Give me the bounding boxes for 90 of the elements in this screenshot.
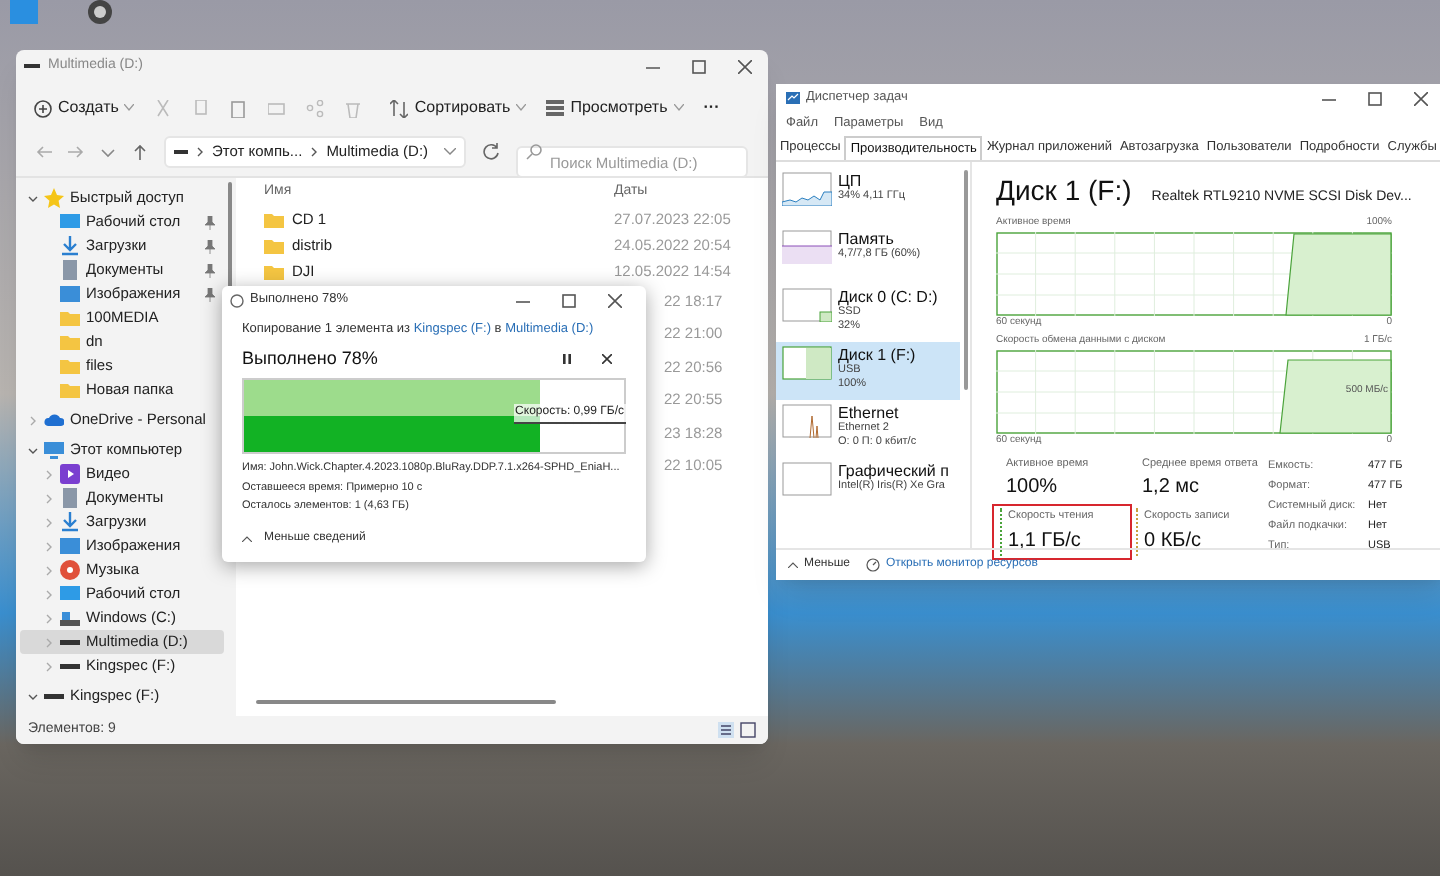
caret-icon [444, 147, 457, 155]
scrollbar-thumb[interactable] [963, 170, 967, 390]
chevron-icon [44, 517, 54, 527]
cloud-icon [44, 410, 64, 430]
cut-icon [154, 99, 173, 117]
pause-icon [561, 354, 571, 364]
tiles-view-icon [740, 722, 756, 738]
chevron-icon [28, 691, 38, 701]
close-icon [738, 59, 752, 73]
gpu-graph-drawing [782, 462, 832, 496]
back-icon [36, 143, 52, 159]
device-name: ЦП [838, 172, 864, 190]
desktop-shortcut-icon [84, 0, 116, 28]
chevron-icon [310, 145, 319, 157]
chevron-icon [44, 613, 54, 623]
chevron-icon [28, 415, 38, 425]
search-icon [526, 143, 543, 159]
pause-button[interactable] [558, 351, 574, 367]
document-icon [60, 260, 80, 280]
download-icon [60, 236, 80, 256]
close-icon [1414, 91, 1428, 105]
rename-icon [268, 99, 287, 117]
share-icon [306, 99, 325, 117]
music-icon [60, 560, 80, 580]
chevron-icon [44, 565, 54, 575]
chevron-icon [788, 562, 798, 568]
device-name: Ethernet [838, 404, 901, 422]
chevron-icon [196, 145, 204, 157]
chevron-icon [44, 661, 54, 671]
star-icon [44, 188, 64, 208]
picture-icon [60, 284, 80, 304]
gauge-icon [866, 558, 880, 572]
progress-heading: Выполнено 78% [242, 345, 378, 372]
maximize-icon [562, 293, 576, 307]
caret-icon [100, 143, 116, 159]
computer-icon [44, 440, 64, 460]
stat-value: 1,1 ГБ/с [1008, 527, 1083, 555]
list-icon [546, 100, 565, 116]
chevron-icon [44, 637, 54, 647]
chevron-icon [44, 541, 54, 551]
sort-button[interactable]: Сортировать [384, 90, 533, 126]
chevron-icon [28, 193, 38, 203]
refresh-icon [482, 142, 501, 160]
chevron-icon [44, 493, 54, 503]
forward-icon [68, 143, 84, 159]
drive-icon [60, 608, 80, 628]
up-icon [132, 143, 148, 159]
disk-graph-drawing [782, 288, 832, 322]
sort-icon [390, 99, 409, 117]
caret-icon [516, 104, 527, 112]
maximize-icon [1368, 91, 1382, 105]
new-button[interactable]: Создать [28, 90, 141, 126]
download-icon [60, 512, 80, 532]
desktop-icon [60, 584, 80, 604]
scrollbar-thumb[interactable] [256, 700, 556, 704]
desktop-icon [60, 212, 80, 232]
device-name: Диск 1 (F:) [838, 346, 916, 364]
stat-value: 1,2 мс [1142, 474, 1202, 503]
document-icon [60, 488, 80, 508]
desktop-shortcut-icon [8, 0, 40, 28]
close-icon [601, 354, 611, 364]
device-name: Графический п [838, 462, 949, 480]
video-icon [60, 464, 80, 484]
chevron-icon [44, 469, 54, 479]
caret-icon [124, 104, 135, 112]
device-name: Диск 0 (C: D:) [838, 288, 938, 306]
close-icon [608, 293, 622, 307]
stat-value: 0 КБ/с [1144, 527, 1204, 555]
cancel-button[interactable] [598, 351, 614, 367]
memory-graph-drawing [782, 230, 832, 264]
paste-icon [230, 99, 249, 117]
stat-value: 100% [1006, 474, 1060, 503]
view-button[interactable]: Просмотреть [540, 90, 690, 126]
details-view-icon [718, 722, 734, 738]
disk-graph-drawing [782, 346, 832, 380]
more-button[interactable]: ··· [697, 96, 726, 120]
chevron-icon [28, 445, 38, 455]
chart-icon [786, 92, 800, 104]
plus-icon [34, 99, 52, 117]
disk-heading: Диск 1 (F:) [996, 172, 1132, 210]
drive-icon [174, 147, 188, 155]
picture-icon [60, 536, 80, 556]
maximize-icon [692, 59, 706, 73]
network-graph-drawing [782, 404, 832, 438]
caret-icon [673, 104, 684, 112]
delete-icon [344, 99, 363, 117]
device-name: Память [838, 230, 896, 248]
cpu-graph-drawing [782, 172, 832, 206]
chevron-icon [242, 536, 252, 542]
chevron-icon [44, 589, 54, 599]
